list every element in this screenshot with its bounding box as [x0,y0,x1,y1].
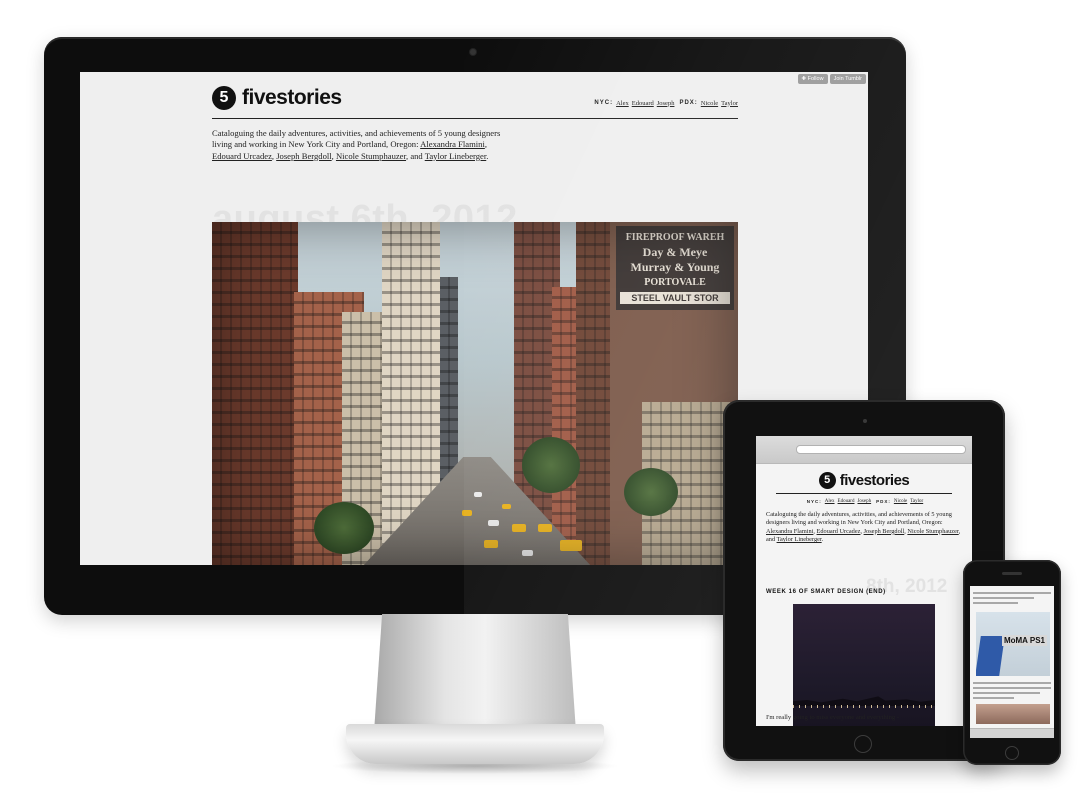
join-tumblr-button[interactable]: Join Tumblr [829,74,866,84]
nav-link-alex[interactable]: Alex [825,499,835,504]
person-link-nicole[interactable]: Nicole Stumphauzer [907,528,958,535]
logo-number-icon: 5 [818,472,836,489]
iphone-browser-toolbar [970,728,1054,738]
site-header: 5 fivestories NYC: Alex Edouard Joseph P… [212,86,738,119]
iphone-text-line [973,602,1018,604]
nav-link-taylor[interactable]: Taylor [910,499,923,504]
nav-link-joseph[interactable]: Joseph [857,499,871,504]
nav-city-pdx: PDX: [679,100,698,106]
site-logo[interactable]: 5 fivestories [212,86,342,110]
follow-button[interactable]: ✚ Follow [797,74,828,84]
ipad-post-photo-night-skyline[interactable] [793,604,935,726]
nav-link-edouard[interactable]: Edouard [632,100,654,107]
ipad-header-rule [776,493,952,494]
nav-link-nicole[interactable]: Nicole [894,499,907,504]
intro-end: . [486,150,489,161]
iphone-device: MoMA PS1 [963,560,1061,765]
ipad-home-button [854,735,872,753]
iphone-speaker [1002,572,1022,575]
nav-link-joseph[interactable]: Joseph [657,100,675,107]
ipad-site-intro: Cataloguing the daily adventures, activi… [766,511,962,545]
person-link-nicole[interactable]: Nicole Stumphauzer [336,151,406,161]
tumblr-controls: ✚ Follow Join Tumblr [797,74,866,84]
person-link-joseph[interactable]: Joseph Bergdoll [276,151,331,161]
iphone-text-line [973,692,1040,694]
imac-camera [470,49,476,55]
iphone-post-photo-rooftop[interactable] [976,704,1050,724]
ipad-camera [863,419,867,423]
nav-link-alex[interactable]: Alex [616,100,629,107]
intro-end: . [821,536,824,544]
iphone-text-line [973,682,1051,684]
logo-text: fivestories [242,86,342,109]
iphone-text-line [973,597,1034,599]
site-intro: Cataloguing the daily adventures, activi… [212,128,502,162]
post-photo-city-street[interactable]: FIREPROOF WAREH Day & Meye Murray & Youn… [212,222,738,565]
photo-moma-sign: MoMA PS1 [1001,635,1047,646]
desktop-site: 5 fivestories NYC: Alex Edouard Joseph P… [212,86,738,240]
site-nav: NYC: Alex Edouard Joseph PDX: Nicole Tay… [592,100,738,107]
logo-text: fivestories [839,472,910,489]
nav-link-nicole[interactable]: Nicole [701,100,718,107]
person-link-edouard[interactable]: Edouard Urcadez [212,151,272,161]
nav-link-edouard[interactable]: Edouard [838,499,855,504]
logo-number-icon: 5 [212,86,236,110]
ipad-post-title[interactable]: WEEK 16 OF SMART DESIGN (END) [766,589,886,595]
iphone-text-line [973,697,1014,699]
nav-city-nyc: NYC: [594,100,614,106]
intro-text: Cataloguing the daily adventures, activi… [766,511,952,527]
iphone-post-photo-moma[interactable]: MoMA PS1 [976,612,1050,676]
ipad-site-nav: NYC: Alex Edouard Joseph PDX: Nicole Tay… [756,499,972,504]
ipad-browser-toolbar [756,436,972,464]
intro-separator: , [484,139,487,150]
nav-city-nyc: NYC: [806,499,822,504]
person-link-taylor[interactable]: Taylor Lineberger [777,536,822,543]
person-link-edouard[interactable]: Edouard Urcadez [817,528,861,535]
iphone-text-line [973,592,1051,594]
imac-stand-neck [374,614,576,732]
ipad-site-logo[interactable]: 5 fivestories [756,472,972,489]
ipad-post-caption: I'm really going to miss everyone and ev… [766,714,900,721]
intro-and: and [766,536,777,544]
imac-stand-base [346,724,604,764]
iphone-screen: MoMA PS1 [970,586,1054,738]
nav-link-taylor[interactable]: Taylor [721,100,738,107]
person-link-alexandra[interactable]: Alexandra Flamini [420,139,485,149]
person-link-alexandra[interactable]: Alexandra Flamini [766,528,813,535]
person-link-taylor[interactable]: Taylor Lineberger [425,151,487,161]
intro-separator: , [958,527,961,535]
person-link-joseph[interactable]: Joseph Bergdoll [864,528,905,535]
photo-lights [793,705,935,708]
nav-city-pdx: PDX: [876,499,891,504]
photo-structure [976,636,1005,676]
intro-and: and [410,150,425,161]
iphone-home-button [1005,746,1019,760]
ipad-url-bar[interactable] [796,445,966,454]
photo-vignette [212,222,738,565]
ipad-screen: 5 fivestories NYC: Alex Edouard Joseph P… [756,436,972,726]
iphone-text-line [973,687,1051,689]
